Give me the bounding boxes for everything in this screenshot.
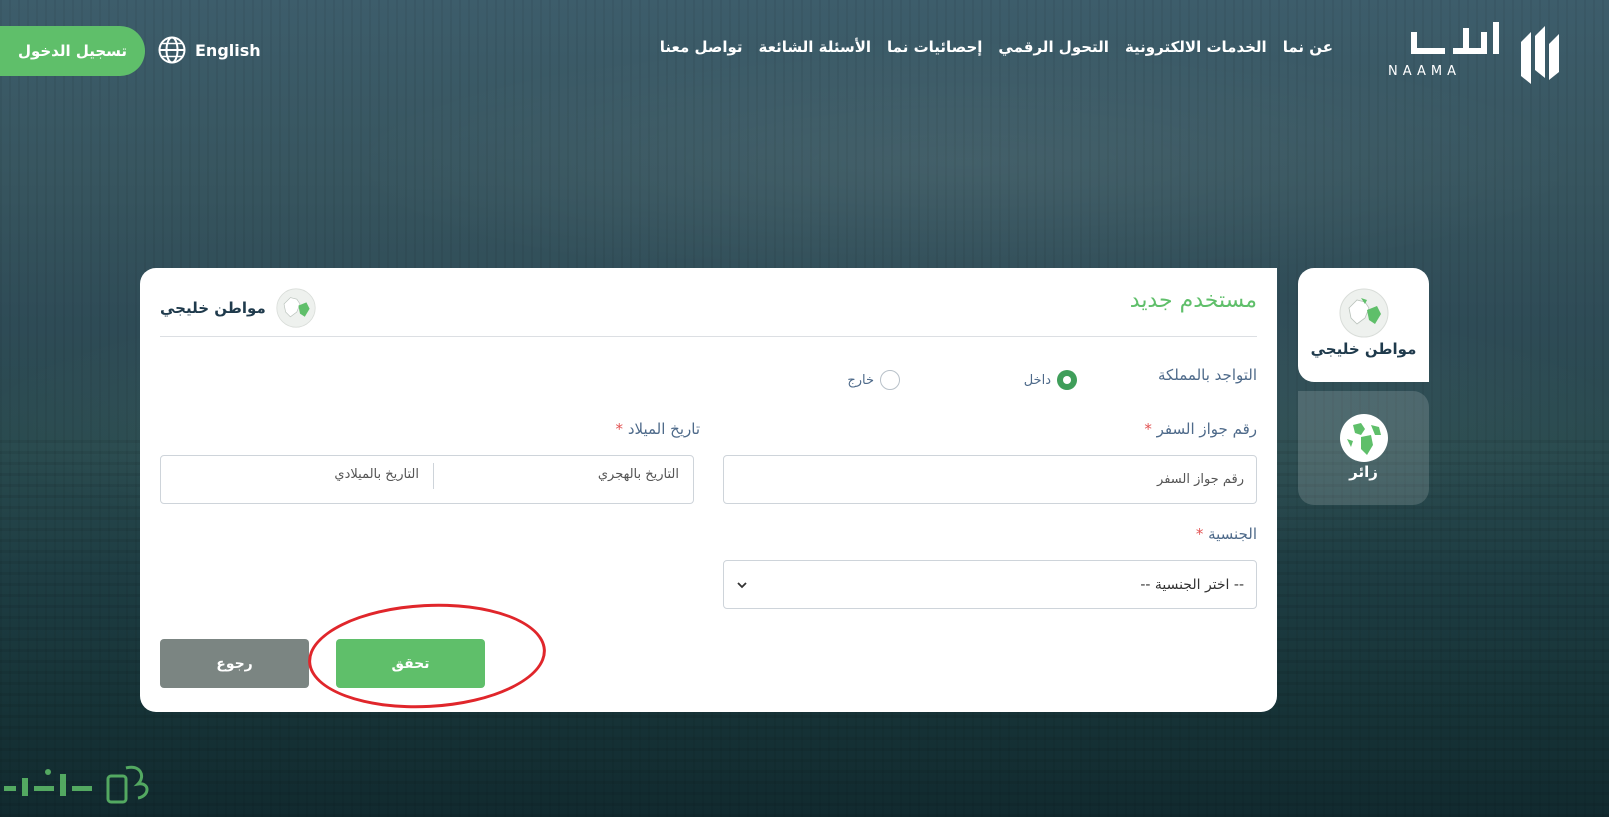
language-label: English — [195, 40, 261, 60]
globe-icon — [158, 36, 186, 64]
required-mark: * — [615, 420, 624, 438]
passport-label-text: رقم جواز السفر — [1156, 420, 1257, 438]
radio-outside-label: خارج — [847, 372, 874, 388]
radio-outside[interactable]: خارج — [847, 370, 900, 390]
nav-digital-transformation[interactable]: التحول الرقمي — [998, 38, 1109, 56]
nav-e-services[interactable]: الخدمات الالكترونية — [1125, 38, 1267, 56]
verify-button[interactable]: تحقق — [336, 639, 485, 688]
tab-gulf-citizen[interactable]: مواطن خليجي — [1298, 268, 1429, 382]
user-type-label: مواطن خليجي — [160, 299, 266, 317]
nav-contact[interactable]: تواصل معنا — [660, 38, 743, 56]
nav-statistics[interactable]: إحصائيات نما — [887, 38, 982, 56]
residence-label: التواجد بالمملكة — [1157, 366, 1257, 384]
header: تسجيل الدخول English عن نما الخدمات الال… — [0, 0, 1609, 100]
gulf-map-icon — [1339, 288, 1388, 338]
radio-inside-dot[interactable] — [1057, 370, 1077, 390]
back-button[interactable]: رجوع — [160, 639, 309, 688]
dob-field[interactable]: التاريخ بالهجري التاريخ بالميلادي — [160, 455, 694, 504]
radio-inside-label: داخل — [1023, 372, 1051, 388]
dob-gregorian[interactable]: التاريخ بالميلادي — [334, 467, 419, 482]
tab-visitor-label: زائر — [1349, 463, 1378, 481]
radio-outside-dot[interactable] — [880, 370, 900, 390]
tab-gulf-citizen-label: مواطن خليجي — [1310, 340, 1417, 358]
nationality-label: الجنسية * — [1196, 525, 1257, 543]
nav-about[interactable]: عن نما — [1283, 38, 1333, 56]
divider — [160, 336, 1257, 337]
chevron-down-icon — [737, 581, 747, 588]
radio-inside[interactable]: داخل — [1024, 370, 1077, 390]
form-title: مستخدم جديد — [1129, 288, 1257, 313]
language-switcher[interactable]: English — [157, 35, 261, 65]
tab-visitor[interactable]: زائر — [1298, 391, 1429, 505]
world-globe-icon — [1339, 414, 1388, 462]
gulf-map-icon — [276, 288, 316, 328]
nav-faq[interactable]: الأسئلة الشائعة — [759, 38, 872, 56]
registration-card: مستخدم جديد مواطن خليجي التواجد بالمملكة… — [140, 268, 1277, 712]
nationality-value: -- اختر الجنسية -- — [1140, 576, 1244, 593]
logo-text: NAAMA — [1388, 64, 1461, 79]
passport-label: رقم جواز السفر * — [1144, 420, 1257, 438]
nationality-label-text: الجنسية — [1208, 525, 1257, 543]
required-mark: * — [1144, 420, 1152, 438]
nationality-select[interactable]: -- اختر الجنسية -- — [723, 560, 1257, 609]
main-nav: عن نما الخدمات الالكترونية التحول الرقمي… — [660, 38, 1333, 56]
dob-hijri[interactable]: التاريخ بالهجري — [598, 467, 679, 482]
passport-input[interactable] — [723, 455, 1257, 504]
dob-separator — [433, 463, 434, 489]
watermark-logo-icon — [4, 765, 149, 804]
dob-label: تاريخ الميلاد * — [616, 420, 700, 438]
required-mark: * — [1195, 525, 1204, 543]
login-button[interactable]: تسجيل الدخول — [0, 26, 145, 76]
dob-label-text: تاريخ الميلاد — [627, 420, 700, 438]
user-type-badge: مواطن خليجي — [160, 288, 316, 328]
